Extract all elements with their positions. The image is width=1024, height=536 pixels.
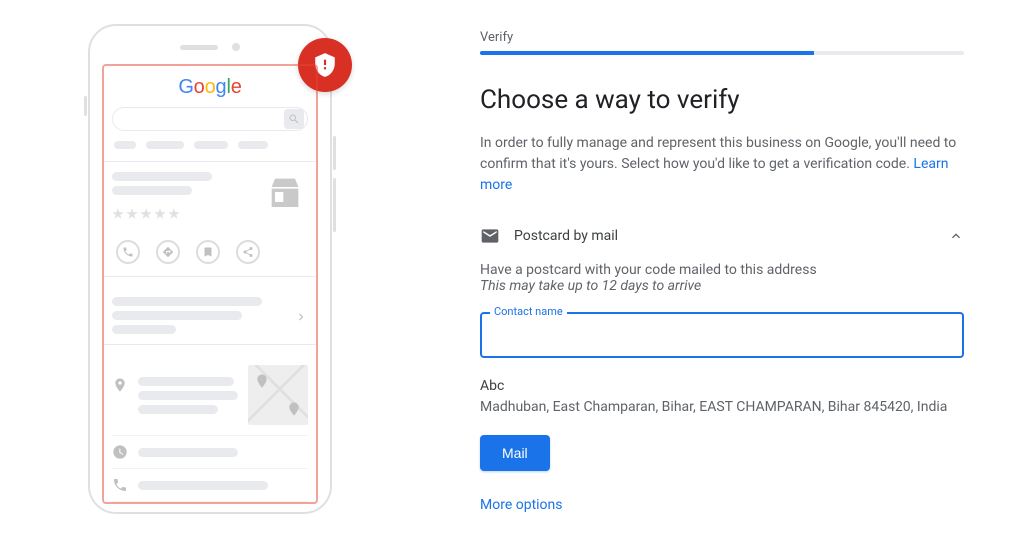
location-icon [112, 377, 128, 397]
search-bar-placeholder-graphic [112, 107, 308, 131]
field-label: Contact name [490, 305, 567, 318]
save-icon [196, 240, 220, 264]
verification-form: Verify Choose a way to verify In order t… [420, 0, 1024, 513]
contact-name-input[interactable] [480, 312, 964, 358]
business-name: Abc [480, 378, 964, 394]
progress-bar [480, 51, 964, 55]
business-address: Madhuban, East Champaran, Bihar, EAST CH… [480, 397, 964, 417]
phone-icon [112, 477, 128, 493]
directions-icon [156, 240, 180, 264]
method-postcard-header[interactable]: Postcard by mail [480, 222, 964, 262]
clock-icon [112, 444, 128, 460]
step-label: Verify [480, 30, 964, 45]
description-text: In order to fully manage and represent t… [480, 133, 964, 196]
phone-screen-preview: Google [102, 64, 318, 504]
more-options-link[interactable]: More options [480, 497, 964, 513]
page-title: Choose a way to verify [480, 85, 964, 115]
mail-button[interactable]: Mail [480, 435, 550, 471]
phone-mockup: Google [88, 24, 332, 514]
phone-preview-column: Google [0, 0, 420, 514]
storefront-icon [262, 172, 308, 212]
method-label: Postcard by mail [514, 228, 618, 244]
call-icon [116, 240, 140, 264]
method-sub1: Have a postcard with your code mailed to… [480, 262, 964, 278]
method-sub2: This may take up to 12 days to arrive [480, 278, 964, 294]
chevron-right-icon [294, 309, 308, 323]
google-logo: Google [112, 76, 308, 99]
search-icon [284, 109, 304, 129]
mail-icon [480, 226, 500, 246]
chevron-up-icon [948, 228, 964, 244]
share-icon [236, 240, 260, 264]
